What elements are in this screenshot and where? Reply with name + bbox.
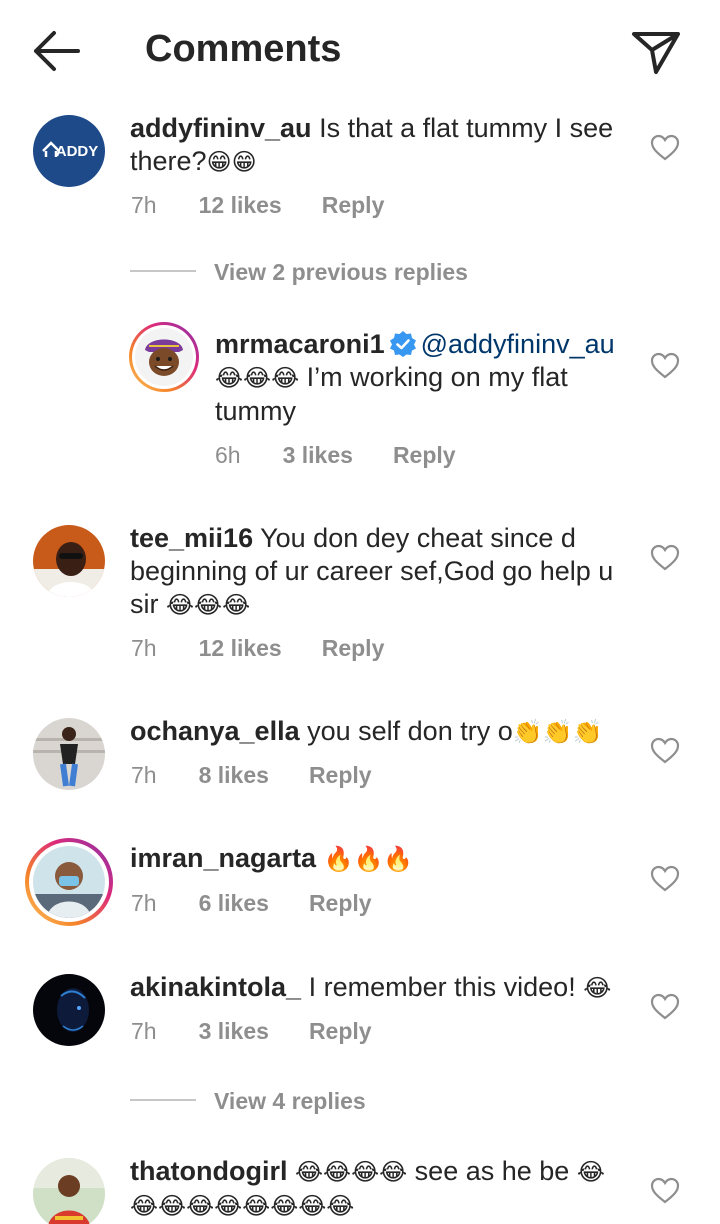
reply-button[interactable]: Reply (309, 762, 372, 789)
likes-count[interactable]: 3 likes (283, 442, 353, 469)
heart-icon[interactable] (650, 993, 680, 1021)
comment-meta: 6h 3 likes Reply (215, 442, 456, 469)
avatar[interactable] (33, 525, 105, 597)
avatar-logo-text: ADDY (56, 143, 99, 160)
replies-divider (130, 270, 196, 272)
heart-icon[interactable] (650, 134, 680, 162)
emoji: 👏👏👏 (512, 718, 603, 746)
emoji: 😂 (583, 974, 612, 1002)
comment-body: see as he be (414, 1156, 570, 1186)
username[interactable]: tee_mii16 (130, 523, 253, 553)
back-arrow-icon[interactable] (30, 28, 82, 74)
username[interactable]: ochanya_ella (130, 716, 300, 746)
heart-icon[interactable] (650, 737, 680, 765)
heart-icon[interactable] (650, 544, 680, 572)
view-replies-link[interactable]: View 4 replies (214, 1088, 366, 1115)
emoji: 😁😁 (206, 148, 257, 176)
heart-icon[interactable] (650, 352, 680, 380)
heart-icon[interactable] (650, 1177, 680, 1205)
avatar[interactable] (33, 846, 105, 918)
reply-button[interactable]: Reply (309, 1018, 372, 1045)
page-title: Comments (145, 28, 342, 70)
comment-body: I remember this video! (308, 972, 576, 1002)
comment-meta: 7h 8 likes Reply (131, 762, 372, 789)
story-ring[interactable] (25, 838, 113, 926)
comment-text: addyfininv_au Is that a flat tummy I see… (130, 112, 630, 179)
heart-icon[interactable] (650, 865, 680, 893)
reply-button[interactable]: Reply (309, 890, 372, 917)
username[interactable]: thatondogirl (130, 1156, 287, 1186)
likes-count[interactable]: 6 likes (199, 890, 269, 917)
emoji: 😂😂😂😂 (294, 1158, 408, 1186)
username[interactable]: mrmacaroni1 (215, 329, 385, 359)
comment-body: you self don try o (307, 716, 513, 746)
header-bar: Comments (0, 0, 720, 100)
timestamp: 7h (131, 635, 157, 661)
likes-count[interactable]: 3 likes (199, 1018, 269, 1045)
username[interactable]: akinakintola_ (130, 972, 301, 1002)
timestamp: 7h (131, 762, 157, 788)
username[interactable]: addyfininv_au (130, 113, 312, 143)
emoji: 😂😂😂 (215, 364, 300, 392)
comment-meta: 7h 3 likes Reply (131, 1018, 372, 1045)
send-icon[interactable] (630, 26, 682, 76)
timestamp: 7h (131, 1018, 157, 1044)
verified-badge-icon (389, 331, 416, 357)
comment-meta: 7h 6 likes Reply (131, 890, 372, 917)
comment-text: tee_mii16 You don dey cheat since d begi… (130, 522, 625, 622)
comment-text: ochanya_ella you self don try o👏👏👏 (130, 715, 630, 749)
avatar[interactable] (33, 1158, 105, 1224)
timestamp: 6h (215, 442, 241, 468)
comment-text: thatondogirl 😂😂😂😂 see as he be 😂😂😂😂😂😂😂😂😂 (130, 1155, 630, 1223)
reply-button[interactable]: Reply (322, 635, 385, 662)
emoji: 🔥🔥🔥 (323, 845, 414, 873)
comment-text: mrmacaroni1 @addyfininv_au 😂😂😂 I’m workin… (215, 328, 635, 428)
avatar[interactable]: ADDY (33, 115, 105, 187)
avatar[interactable] (33, 718, 105, 790)
likes-count[interactable]: 8 likes (199, 762, 269, 789)
likes-count[interactable]: 12 likes (199, 192, 282, 219)
story-ring[interactable] (129, 322, 199, 392)
emoji: 😂😂😂 (166, 591, 251, 619)
reply-button[interactable]: Reply (393, 442, 456, 469)
comment-text: imran_nagarta 🔥🔥🔥 (130, 842, 630, 876)
avatar[interactable] (33, 974, 105, 1046)
avatar[interactable] (135, 328, 193, 386)
mention-link[interactable]: @addyfininv_au (421, 329, 615, 359)
view-replies-link[interactable]: View 2 previous replies (214, 259, 468, 286)
username[interactable]: imran_nagarta (130, 843, 316, 873)
likes-count[interactable]: 12 likes (199, 635, 282, 662)
comment-text: akinakintola_ I remember this video! 😂 (130, 971, 630, 1005)
comment-meta: 7h 12 likes Reply (131, 635, 384, 662)
timestamp: 7h (131, 192, 157, 218)
reply-button[interactable]: Reply (322, 192, 385, 219)
timestamp: 7h (131, 890, 157, 916)
comment-meta: 7h 12 likes Reply (131, 192, 384, 219)
replies-divider (130, 1099, 196, 1101)
